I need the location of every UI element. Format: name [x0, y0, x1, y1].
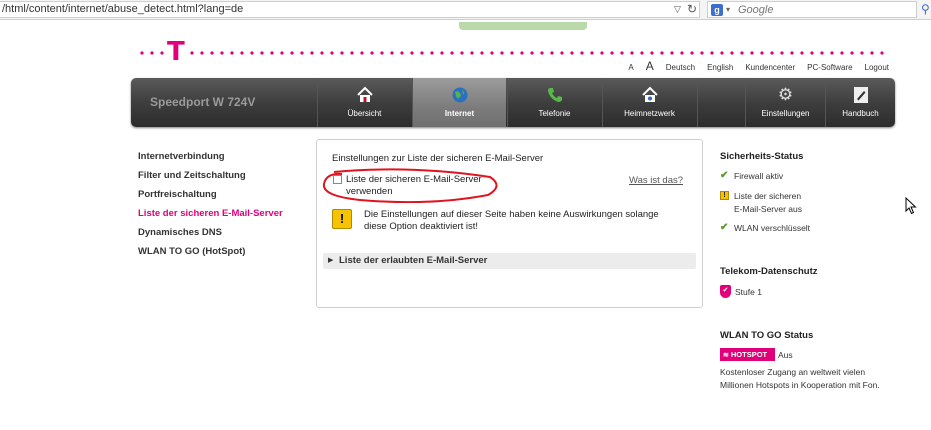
sidebar-item-wlan-to-go[interactable]: WLAN TO GO (HotSpot) [138, 246, 245, 257]
nav-item-uebersicht[interactable]: Übersicht [317, 78, 411, 127]
panel-title: Einstellungen zur Liste der sicheren E-M… [332, 153, 544, 164]
pc-software-link[interactable]: PC-Software [807, 63, 852, 72]
google-icon[interactable]: g [711, 4, 723, 16]
hotspot-badge: ≋ HOTSPOT [720, 348, 775, 361]
hotspot-state: Aus [778, 350, 793, 360]
expand-arrow-icon[interactable]: ▶ [328, 256, 333, 264]
privacy-heading: Telekom-Datenschutz [720, 266, 818, 277]
nav-item-label: Übersicht [347, 109, 382, 118]
manual-icon [826, 86, 895, 108]
language-deutsch-link[interactable]: Deutsch [666, 63, 695, 72]
status-email-list-line2: E-Mail-Server aus [734, 204, 803, 214]
privacy-level: Stufe 1 [735, 287, 762, 297]
check-icon: ✔ [720, 170, 729, 181]
security-status-heading: Sicherheits-Status [720, 151, 804, 162]
search-input[interactable]: Google [738, 3, 773, 17]
top-links: A A Deutsch English Kundencenter PC-Soft… [628, 59, 889, 73]
status-email-list-line1: Liste der sicheren [734, 191, 802, 201]
main-navigation: Speedport W 724V Übersicht Internet Tele… [131, 78, 895, 127]
accordion-label[interactable]: Liste der erlaubten E-Mail-Server [339, 255, 487, 266]
use-safe-email-list-checkbox[interactable] [333, 175, 342, 184]
nav-item-telefonie[interactable]: Telefonie [507, 78, 601, 127]
tab-sliver [459, 22, 587, 30]
gear-icon: ⚙ [777, 85, 794, 104]
status-wlan: WLAN verschlüsselt [734, 223, 811, 233]
nav-item-internet[interactable]: Internet [412, 78, 506, 127]
warning-icon: ! [720, 191, 729, 200]
home-icon [318, 86, 411, 108]
nav-item-label: Handbuch [842, 109, 879, 118]
wlan-to-go-heading: WLAN TO GO Status [720, 330, 814, 341]
reload-icon[interactable]: ↻ [687, 2, 697, 16]
dropdown-arrow-icon[interactable]: ▽ [674, 4, 681, 15]
sidebar-item-internetverbindung[interactable]: Internetverbindung [138, 151, 225, 162]
globe-icon [413, 86, 506, 108]
mouse-cursor-icon [905, 197, 917, 215]
settings-panel: Einstellungen zur Liste der sicheren E-M… [316, 139, 703, 308]
warning-text: Die Einstellungen auf dieser Seite haben… [364, 209, 659, 232]
sidebar-item-dynamic-dns[interactable]: Dynamisches DNS [138, 227, 222, 238]
chevron-down-icon[interactable]: ▾ [726, 5, 730, 14]
status-firewall: Firewall aktiv [734, 171, 784, 181]
language-english-link[interactable]: English [707, 63, 733, 72]
font-size-small-link[interactable]: A [628, 63, 633, 72]
nav-item-handbuch[interactable]: Handbuch [825, 78, 895, 127]
nav-item-label: Heimnetzwerk [624, 109, 675, 118]
sidebar-item-portfreischaltung[interactable]: Portfreischaltung [138, 189, 217, 200]
checkbox-label[interactable]: Liste der sicheren E-Mail-Server verwend… [346, 174, 516, 198]
nav-item-label: Telefonie [538, 109, 571, 118]
check-icon: ✔ [720, 222, 729, 233]
font-size-large-link[interactable]: A [646, 59, 654, 73]
hotspot-badge-label: HOTSPOT [730, 350, 768, 359]
shield-icon: ✔ [720, 285, 731, 298]
home-network-icon [603, 86, 696, 108]
nav-item-heimnetzwerk[interactable]: Heimnetzwerk [602, 78, 696, 127]
router-name: Speedport W 724V [150, 95, 256, 109]
telekom-logo: T [166, 37, 186, 67]
hotspot-description-line1: Kostenloser Zugang an weltweit vielen [720, 367, 866, 377]
warning-icon: ! [332, 209, 352, 229]
hotspot-description-line2: Millionen Hotspots in Kooperation mit Fo… [720, 380, 880, 390]
brand-dotted-line [137, 51, 889, 55]
sidebar-item-filter[interactable]: Filter und Zeitschaltung [138, 170, 246, 181]
phone-icon [508, 86, 601, 108]
allowed-servers-accordion[interactable]: ▶ Liste der erlaubten E-Mail-Server [323, 253, 696, 269]
search-box[interactable]: g ▾ Google [707, 1, 917, 18]
sidebar-item-email-server[interactable]: Liste der sicheren E-Mail-Server [138, 208, 283, 219]
nav-item-label: Internet [444, 109, 475, 118]
search-icon[interactable]: ⚲ [921, 2, 930, 16]
nav-item-einstellungen[interactable]: ⚙ Einstellungen [745, 78, 825, 127]
wifi-icon: ≋ [723, 352, 729, 359]
kundencenter-link[interactable]: Kundencenter [745, 63, 795, 72]
nav-item-label: Einstellungen [761, 109, 810, 118]
browser-toolbar: /html/content/internet/abuse_detect.html… [0, 0, 931, 20]
address-bar[interactable]: /html/content/internet/abuse_detect.html… [0, 1, 700, 18]
help-link[interactable]: Was ist das? [629, 175, 683, 186]
logout-link[interactable]: Logout [865, 63, 889, 72]
